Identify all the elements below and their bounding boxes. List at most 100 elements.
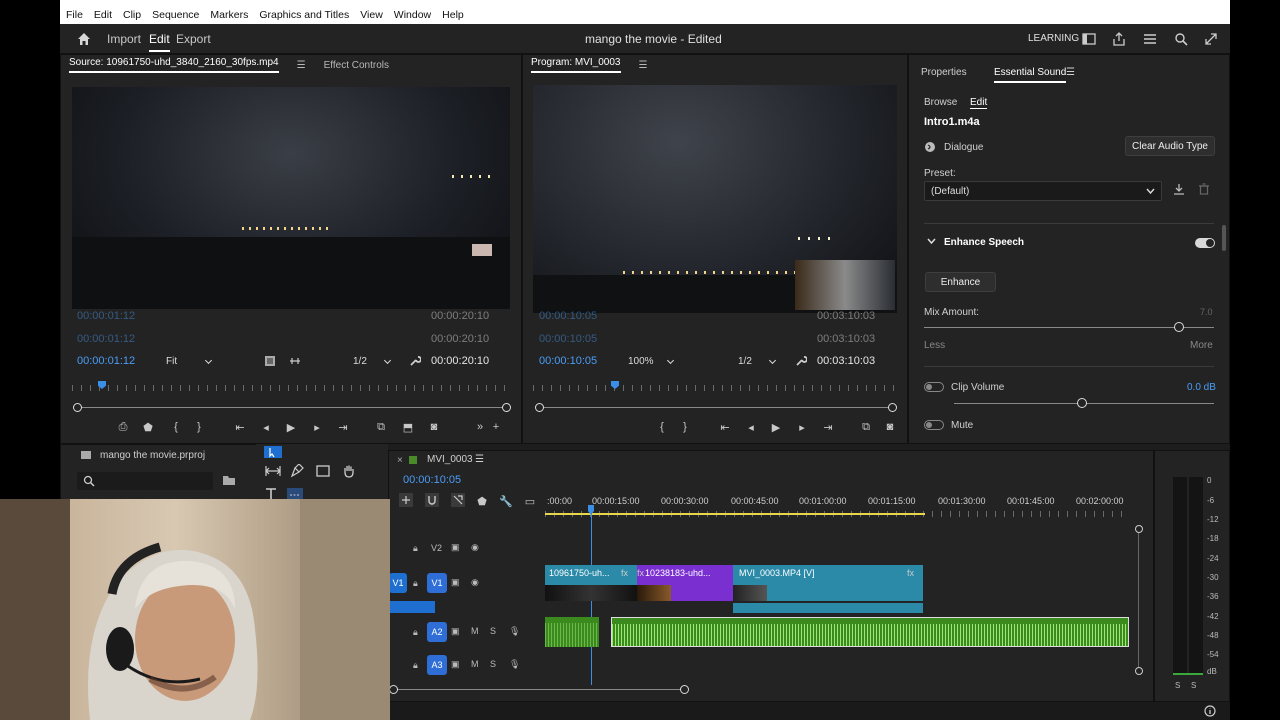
- video-clip-1[interactable]: 10961750-uh... fx: [545, 565, 637, 601]
- ripple-edit-icon[interactable]: [264, 464, 282, 478]
- lock-icon[interactable]: 🔒︎: [413, 578, 418, 589]
- source-time-ruler[interactable]: [72, 381, 510, 391]
- track-a1-header[interactable]: [389, 601, 435, 613]
- menu-lines-icon[interactable]: ☰: [639, 60, 648, 71]
- save-preset-icon[interactable]: [1173, 183, 1185, 195]
- eye-icon[interactable]: ◉: [471, 542, 479, 553]
- insert-icon[interactable]: [289, 356, 301, 366]
- source-video-frame[interactable]: [72, 87, 510, 309]
- enhance-button[interactable]: Enhance: [925, 272, 996, 292]
- workspace-export[interactable]: Export: [176, 32, 211, 46]
- mute-button[interactable]: M: [471, 626, 479, 636]
- go-to-in-icon[interactable]: ⇤: [718, 420, 732, 434]
- tab-effect-controls[interactable]: Effect Controls: [324, 60, 389, 71]
- menu-lines-icon[interactable]: ☰: [1066, 67, 1075, 78]
- clip-volume-handle[interactable]: [1077, 398, 1087, 408]
- mark-out-icon[interactable]: }: [192, 420, 206, 434]
- mark-out-icon[interactable]: }: [678, 420, 692, 434]
- solo-right-button[interactable]: S: [1191, 681, 1196, 690]
- step-back-icon[interactable]: ◂: [744, 420, 758, 434]
- captions-icon[interactable]: ▭: [523, 494, 537, 508]
- source-fit-dropdown[interactable]: Fit: [161, 353, 217, 369]
- wrench-icon[interactable]: 🔧: [499, 494, 513, 508]
- vertical-scrollbar[interactable]: [1138, 533, 1139, 667]
- info-icon[interactable]: [1204, 705, 1216, 717]
- settings-icon[interactable]: [265, 356, 275, 366]
- eye-icon[interactable]: ◉: [471, 577, 479, 588]
- workspace-edit[interactable]: Edit: [149, 32, 170, 52]
- expand-icon[interactable]: [1204, 32, 1218, 46]
- lock-icon[interactable]: 🔒︎: [413, 660, 418, 671]
- microphone-icon[interactable]: 🎙︎: [509, 626, 520, 637]
- audio-clip-a1[interactable]: [733, 603, 923, 613]
- source-zoom-bar[interactable]: [73, 403, 511, 412]
- pen-tool-icon[interactable]: [290, 464, 304, 478]
- scroll-handle[interactable]: [1135, 667, 1143, 675]
- program-time-ruler[interactable]: [533, 381, 897, 391]
- menu-lines-icon[interactable]: ☰: [475, 454, 484, 465]
- mark-in-icon[interactable]: {: [655, 420, 669, 434]
- menu-file[interactable]: File: [66, 9, 83, 21]
- track-a2-label[interactable]: A2: [427, 622, 447, 642]
- sync-icon[interactable]: ▣: [451, 577, 460, 588]
- project-name[interactable]: mango the movie.prproj: [100, 450, 205, 461]
- menu-view[interactable]: View: [360, 9, 383, 21]
- lock-icon[interactable]: 🔒︎: [413, 627, 418, 638]
- sync-icon[interactable]: ▣: [451, 542, 460, 553]
- camera-icon[interactable]: ◙: [883, 420, 897, 434]
- learning-button[interactable]: LEARNING: [1028, 33, 1079, 44]
- solo-left-button[interactable]: S: [1175, 681, 1180, 690]
- rectangle-tool-icon[interactable]: [316, 464, 330, 478]
- wrench-icon[interactable]: [795, 355, 807, 367]
- play-icon[interactable]: ▶: [769, 420, 783, 434]
- scrollbar[interactable]: [1222, 225, 1226, 251]
- scroll-handle[interactable]: [1135, 525, 1143, 533]
- clip-volume-value[interactable]: 0.0 dB: [1187, 382, 1216, 393]
- menu-lines-icon[interactable]: ☰: [297, 60, 306, 71]
- tab-source[interactable]: Source: 10961750-uhd_3840_2160_30fps.mp4: [69, 57, 279, 73]
- share-icon[interactable]: [1112, 32, 1126, 46]
- menu-clip[interactable]: Clip: [123, 9, 141, 21]
- solo-button[interactable]: S: [490, 659, 496, 669]
- delete-preset-icon[interactable]: [1199, 183, 1209, 195]
- track-a3-label[interactable]: A3: [427, 655, 447, 675]
- search-icon[interactable]: [1174, 32, 1188, 46]
- audio-clip-a2-1[interactable]: [545, 617, 599, 647]
- timeline-ruler[interactable]: [545, 507, 1129, 517]
- close-icon[interactable]: ×: [397, 455, 403, 466]
- marker-icon[interactable]: ⬟: [475, 494, 489, 508]
- timeline-timecode[interactable]: 00:00:10:05: [403, 474, 461, 486]
- microphone-icon[interactable]: 🎙︎: [509, 659, 520, 670]
- mark-in-icon[interactable]: {: [169, 420, 183, 434]
- zoom-handle-right[interactable]: [680, 685, 689, 694]
- track-v1-label[interactable]: V1: [427, 573, 447, 593]
- timeline-zoom-bar[interactable]: [389, 685, 689, 694]
- browse-tab[interactable]: Browse: [924, 97, 957, 108]
- menu-lines-icon[interactable]: [1143, 32, 1157, 46]
- solo-button[interactable]: S: [490, 626, 496, 636]
- overwrite-icon[interactable]: ⬒: [401, 420, 415, 434]
- menu-window[interactable]: Window: [394, 9, 431, 21]
- source-timecode[interactable]: 00:00:01:12: [77, 355, 135, 367]
- program-video-frame[interactable]: [533, 85, 897, 313]
- step-forward-icon[interactable]: ▸: [795, 420, 809, 434]
- go-to-out-icon[interactable]: ⇥: [336, 420, 350, 434]
- mix-amount-slider[interactable]: [924, 322, 1214, 332]
- edit-tab[interactable]: Edit: [970, 97, 988, 109]
- linked-selection-icon[interactable]: [451, 493, 465, 507]
- step-forward-icon[interactable]: ▸: [310, 420, 324, 434]
- video-clip-3[interactable]: MVI_0003.MP4 [V] fx: [733, 565, 923, 601]
- mute-toggle[interactable]: [924, 420, 944, 430]
- selection-tool-icon[interactable]: [264, 446, 282, 458]
- zoom-handle-right[interactable]: [888, 403, 897, 412]
- preset-dropdown[interactable]: (Default): [924, 181, 1162, 201]
- go-to-in-icon[interactable]: ⇤: [233, 420, 247, 434]
- audio-clip-a2-2[interactable]: [611, 617, 1129, 647]
- video-clip-2[interactable]: 10238183-uhd... fx: [637, 565, 733, 601]
- workspace-import[interactable]: Import: [107, 32, 141, 46]
- clip-volume-slider[interactable]: [954, 398, 1214, 408]
- lift-icon[interactable]: ⎙: [116, 420, 130, 434]
- menu-markers[interactable]: Markers: [210, 9, 248, 21]
- snap-icon[interactable]: [425, 493, 439, 507]
- marker-icon[interactable]: ⬟: [141, 420, 155, 434]
